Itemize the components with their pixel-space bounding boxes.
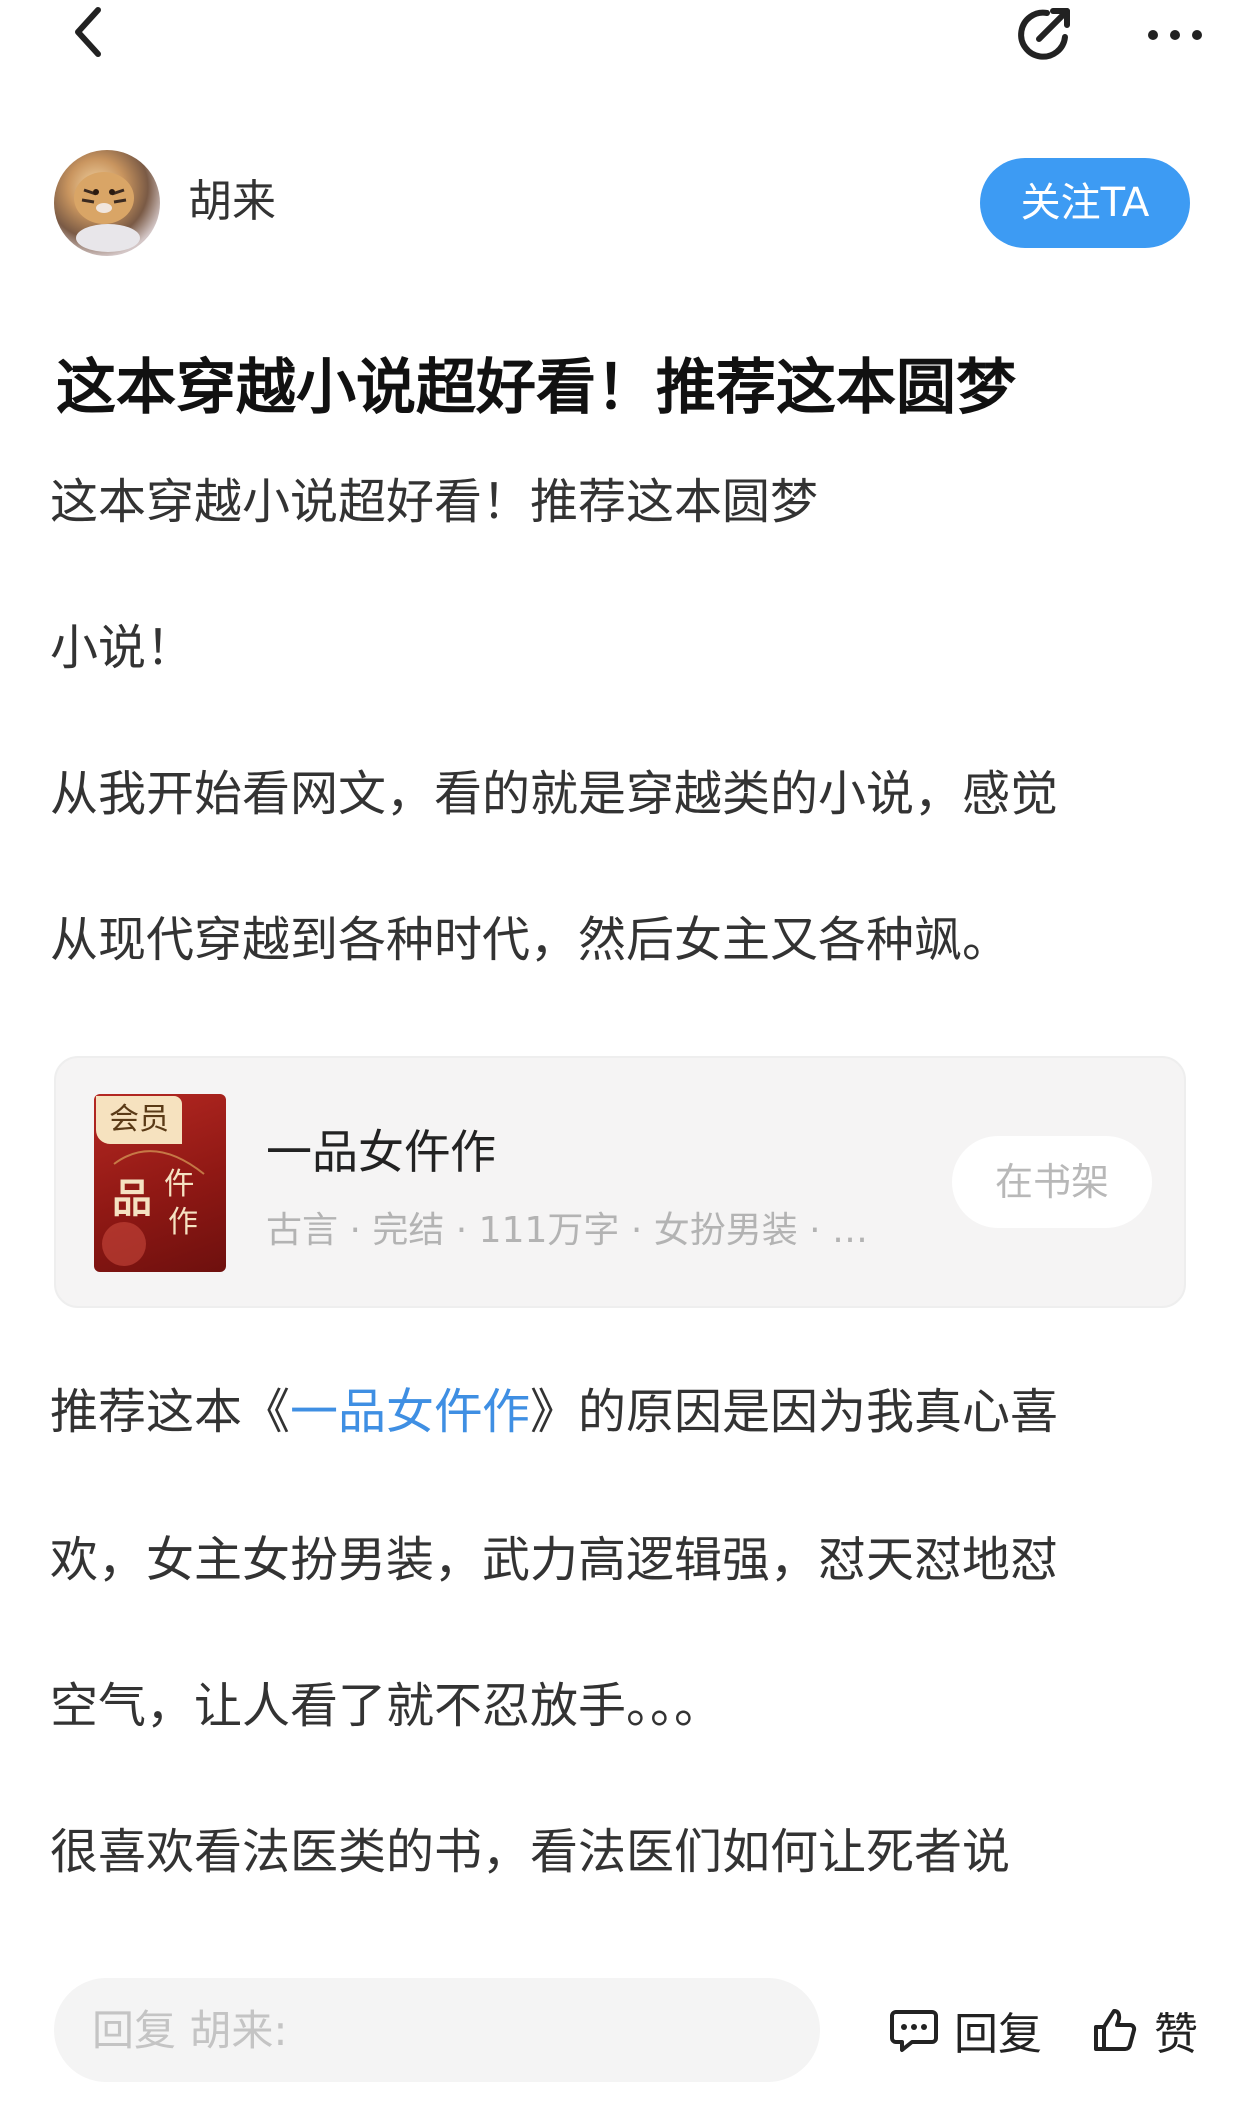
tiger-avatar-art [74,172,140,252]
reply-button[interactable]: 回复 [888,1998,1042,2062]
svg-text:作: 作 [168,1205,198,1240]
paragraph-text: 推荐这本《 [50,1384,291,1440]
post-title: 这本穿越小说超好看！推荐这本圆梦 [56,353,1016,423]
paragraph-line: 这本穿越小说超好看！推荐这本圆梦 [50,474,819,530]
bottom-bar: 回复 赞 [0,1960,1242,2113]
share-icon [1018,8,1070,60]
follow-button[interactable]: 关注TA [980,158,1190,248]
book-meta: 古言 · 完结 · 111万字 · 女扮男装 · … [266,1210,869,1251]
thumbs-up-icon [1090,2005,1140,2055]
paragraph-line: 推荐这本《一品女仵作》的原因是因为我真心喜 [50,1380,1200,1444]
paragraph-line: 空气，让人看了就不忍放手。。。 [50,1678,723,1734]
svg-text:仵: 仵 [164,1167,194,1202]
more-button[interactable] [1140,0,1210,70]
book-title: 一品女仵作 [266,1125,496,1179]
reply-label: 回复 [954,2009,1042,2060]
on-shelf-button[interactable]: 在书架 [952,1136,1152,1228]
share-button[interactable] [1010,0,1080,70]
chevron-left-icon [75,7,101,57]
author-name[interactable]: 胡来 [188,170,276,234]
paragraph-line: 很喜欢看法医类的书，看法医们如何让死者说 [50,1824,1011,1880]
paragraph-line: 小说！ [50,620,195,676]
back-button[interactable] [58,2,118,62]
vip-badge: 会员 [96,1096,182,1144]
more-icon [1148,30,1202,40]
paragraph-line: 从现代穿越到各种时代，然后女主又各种飒。 [50,912,1011,968]
svg-text:品: 品 [112,1175,152,1222]
paragraph-text: 》的原因是因为我真心喜 [530,1384,1059,1440]
book-card[interactable]: 品 仵 作 会员 一品女仵作 古言 · 完结 · 111万字 · 女扮男装 · … [54,1056,1186,1308]
book-link[interactable]: 一品女仵作 [290,1384,530,1440]
paragraph-line: 欢，女主女扮男装，武力高逻辑强，怼天怼地怼 [50,1532,1059,1588]
top-bar [0,0,1242,80]
avatar[interactable] [54,150,160,256]
like-label: 赞 [1154,2009,1198,2060]
author-row: 胡来 关注TA [54,150,1190,256]
comment-icon [888,2004,940,2056]
paragraph-line: 从我开始看网文，看的就是穿越类的小说，感觉 [50,766,1059,822]
like-button[interactable]: 赞 [1090,1998,1198,2062]
reply-input[interactable] [54,1978,820,2082]
